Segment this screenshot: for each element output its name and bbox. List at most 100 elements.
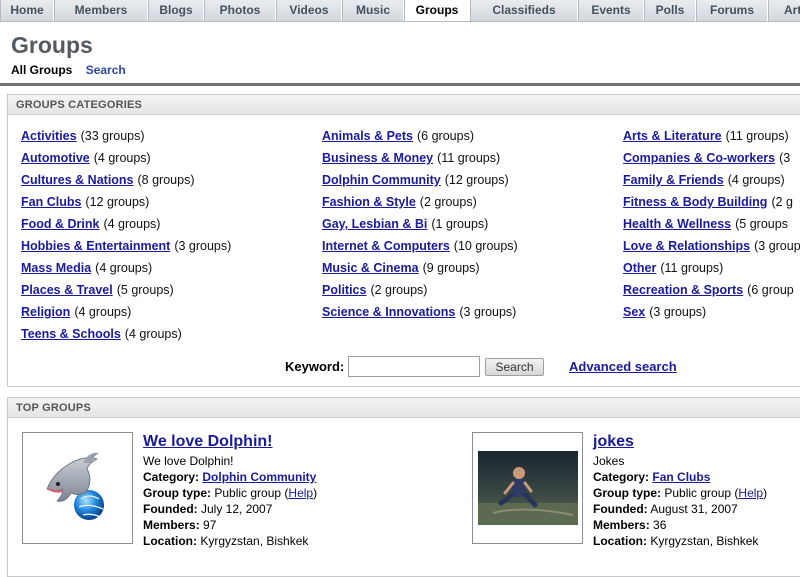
tab-home[interactable]: Home bbox=[0, 0, 54, 21]
category-link[interactable]: Family & Friends bbox=[623, 173, 724, 187]
category-link[interactable]: Health & Wellness bbox=[623, 217, 731, 231]
subnav-search[interactable]: Search bbox=[86, 63, 126, 77]
help-link[interactable]: Help bbox=[738, 486, 763, 500]
category-count: (11 groups) bbox=[660, 261, 724, 275]
category-link[interactable]: Places & Travel bbox=[21, 283, 113, 297]
group-name-link[interactable]: We love Dolphin! bbox=[143, 433, 272, 451]
category-item: Religion (4 groups) bbox=[21, 305, 131, 319]
category-item: Gay, Lesbian & Bi (1 groups) bbox=[322, 217, 488, 231]
category-item: Sex (3 groups) bbox=[623, 305, 706, 319]
search-button[interactable]: Search bbox=[485, 358, 544, 376]
category-count: (6 group bbox=[747, 283, 794, 297]
keyword-input[interactable] bbox=[348, 356, 480, 377]
category-item: Science & Innovations (3 groups) bbox=[322, 305, 516, 319]
category-link[interactable]: Other bbox=[623, 261, 656, 275]
category-item: Family & Friends (4 groups) bbox=[623, 173, 785, 187]
tab-art[interactable]: Art bbox=[768, 0, 800, 21]
top-groups-box: TOP GROUPS We love Dolphin! We love Dolp… bbox=[7, 397, 800, 577]
subnav-all-groups[interactable]: All Groups bbox=[11, 63, 72, 77]
group-category-row: Category: Fan Clubs bbox=[593, 469, 767, 485]
category-link[interactable]: Recreation & Sports bbox=[623, 283, 743, 297]
tab-events[interactable]: Events bbox=[578, 0, 644, 21]
group-category-row: Category: Dolphin Community bbox=[143, 469, 317, 485]
category-count: (5 groups bbox=[735, 217, 788, 231]
category-link[interactable]: Arts & Literature bbox=[623, 129, 722, 143]
category-link[interactable]: Activities bbox=[21, 129, 77, 143]
category-link[interactable]: Hobbies & Entertainment bbox=[21, 239, 170, 253]
category-count: (3 groups) bbox=[174, 239, 232, 253]
category-count: (11 groups) bbox=[437, 151, 501, 165]
category-link[interactable]: Music & Cinema bbox=[322, 261, 419, 275]
group-thumbnail[interactable] bbox=[472, 432, 583, 544]
tab-videos[interactable]: Videos bbox=[276, 0, 342, 21]
category-item: Hobbies & Entertainment (3 groups) bbox=[21, 239, 231, 253]
category-count: (3 groups bbox=[754, 239, 800, 253]
category-item: Food & Drink (4 groups) bbox=[21, 217, 160, 231]
location-value: Kyrgyzstan, Bishkek bbox=[200, 534, 309, 548]
tab-members[interactable]: Members bbox=[54, 0, 148, 21]
category-link[interactable]: Politics bbox=[322, 283, 366, 297]
category-count: (6 groups) bbox=[417, 129, 474, 143]
category-link[interactable]: Dolphin Community bbox=[322, 173, 441, 187]
category-count: (4 groups) bbox=[93, 151, 151, 165]
group-founded-row: Founded: August 31, 2007 bbox=[593, 501, 767, 517]
category-link[interactable]: Business & Money bbox=[322, 151, 433, 165]
group-type-value: Public group bbox=[664, 486, 732, 500]
category-count: (10 groups) bbox=[453, 239, 518, 253]
category-link[interactable]: Religion bbox=[21, 305, 70, 319]
advanced-search-link[interactable]: Advanced search bbox=[569, 359, 677, 374]
group-thumbnail[interactable] bbox=[22, 432, 133, 544]
category-link[interactable]: Gay, Lesbian & Bi bbox=[322, 217, 427, 231]
group-category-link[interactable]: Fan Clubs bbox=[652, 470, 710, 484]
help-link[interactable]: Help bbox=[288, 486, 313, 500]
group-founded-row: Founded: July 12, 2007 bbox=[143, 501, 317, 517]
category-link[interactable]: Teens & Schools bbox=[21, 327, 121, 341]
category-link[interactable]: Fan Clubs bbox=[21, 195, 81, 209]
category-item: Fitness & Body Building (2 g bbox=[623, 195, 793, 209]
category-count: (9 groups) bbox=[422, 261, 480, 275]
tab-groups[interactable]: Groups bbox=[404, 0, 470, 21]
category-link[interactable]: Companies & Co-workers bbox=[623, 151, 775, 165]
category-link[interactable]: Animals & Pets bbox=[322, 129, 413, 143]
category-count: (4 groups) bbox=[727, 173, 785, 187]
tab-music[interactable]: Music bbox=[342, 0, 404, 21]
category-link[interactable]: Sex bbox=[623, 305, 645, 319]
category-link[interactable]: Science & Innovations bbox=[322, 305, 455, 319]
category-link[interactable]: Love & Relationships bbox=[623, 239, 750, 253]
category-item: Business & Money (11 groups) bbox=[322, 151, 500, 165]
category-count: (1 groups) bbox=[431, 217, 489, 231]
tab-photos[interactable]: Photos bbox=[204, 0, 276, 21]
members-label: Members: bbox=[143, 518, 200, 532]
category-count: (2 groups) bbox=[419, 195, 477, 209]
tab-classifieds[interactable]: Classifieds bbox=[470, 0, 578, 21]
tab-forums[interactable]: Forums bbox=[696, 0, 768, 21]
category-item: Mass Media (4 groups) bbox=[21, 261, 152, 275]
category-link[interactable]: Internet & Computers bbox=[322, 239, 450, 253]
category-item: Cultures & Nations (8 groups) bbox=[21, 173, 195, 187]
category-item: Health & Wellness (5 groups bbox=[623, 217, 788, 231]
tab-blogs[interactable]: Blogs bbox=[148, 0, 204, 21]
category-link[interactable]: Fitness & Body Building bbox=[623, 195, 767, 209]
category-link[interactable]: Mass Media bbox=[21, 261, 91, 275]
category-item: Love & Relationships (3 groups bbox=[623, 239, 800, 253]
group-name-link[interactable]: jokes bbox=[593, 433, 634, 451]
page-header: Groups All Groups Search bbox=[0, 23, 800, 86]
category-link[interactable]: Cultures & Nations bbox=[21, 173, 134, 187]
dolphin-logo-icon bbox=[46, 452, 104, 520]
category-link[interactable]: Automotive bbox=[21, 151, 90, 165]
category-count: (3 groups) bbox=[649, 305, 707, 319]
category-link[interactable]: Fashion & Style bbox=[322, 195, 416, 209]
category-item: Automotive (4 groups) bbox=[21, 151, 151, 165]
category-item: Companies & Co-workers (3 bbox=[623, 151, 790, 165]
group-category-link[interactable]: Dolphin Community bbox=[202, 470, 316, 484]
person-photo bbox=[478, 451, 578, 525]
category-count: (33 groups) bbox=[80, 129, 145, 143]
category-count: (4 groups) bbox=[95, 261, 153, 275]
category-link[interactable]: Food & Drink bbox=[21, 217, 99, 231]
category-count: (8 groups) bbox=[137, 173, 195, 187]
tab-polls[interactable]: Polls bbox=[644, 0, 696, 21]
group-type-row: Group type: Public group (Help) bbox=[593, 486, 768, 500]
group-location-row: Location: Kyrgyzstan, Bishkek bbox=[143, 533, 317, 549]
page-title: Groups bbox=[11, 32, 93, 58]
category-count: (12 groups) bbox=[85, 195, 150, 209]
